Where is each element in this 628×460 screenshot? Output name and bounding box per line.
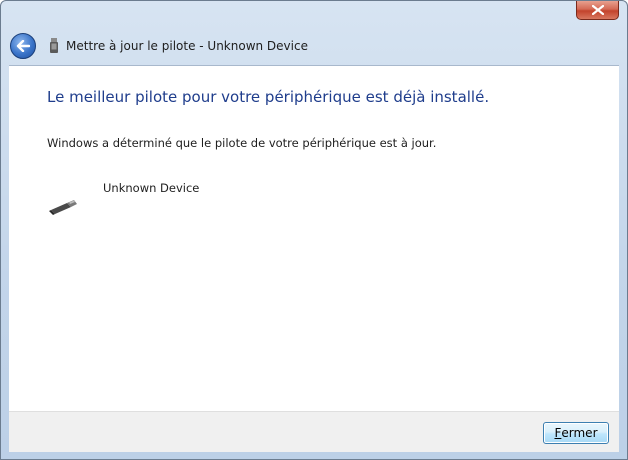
window-title: Mettre à jour le pilote - Unknown Device [66, 39, 308, 53]
dialog-window: Mettre à jour le pilote - Unknown Device… [0, 0, 628, 460]
close-button-mnemonic: F [554, 426, 562, 440]
main-content: Le meilleur pilote pour votre périphériq… [9, 65, 619, 412]
status-message: Windows a déterminé que le pilote de vot… [47, 136, 437, 150]
back-button[interactable] [10, 33, 36, 59]
close-button-label: ermer [561, 426, 598, 440]
page-heading: Le meilleur pilote pour votre périphériq… [47, 88, 490, 106]
navigation-bar: Mettre à jour le pilote - Unknown Device [9, 25, 619, 65]
usb-device-icon [50, 38, 58, 53]
close-x-icon [591, 5, 604, 15]
usb-plug-icon [49, 200, 77, 215]
device-name: Unknown Device [103, 181, 200, 195]
dialog-footer: Fermer [9, 411, 619, 452]
close-dialog-button[interactable]: Fermer [543, 422, 609, 444]
window-close-button[interactable] [576, 1, 619, 20]
back-arrow-icon [16, 40, 30, 52]
title-bar[interactable] [1, 1, 627, 25]
